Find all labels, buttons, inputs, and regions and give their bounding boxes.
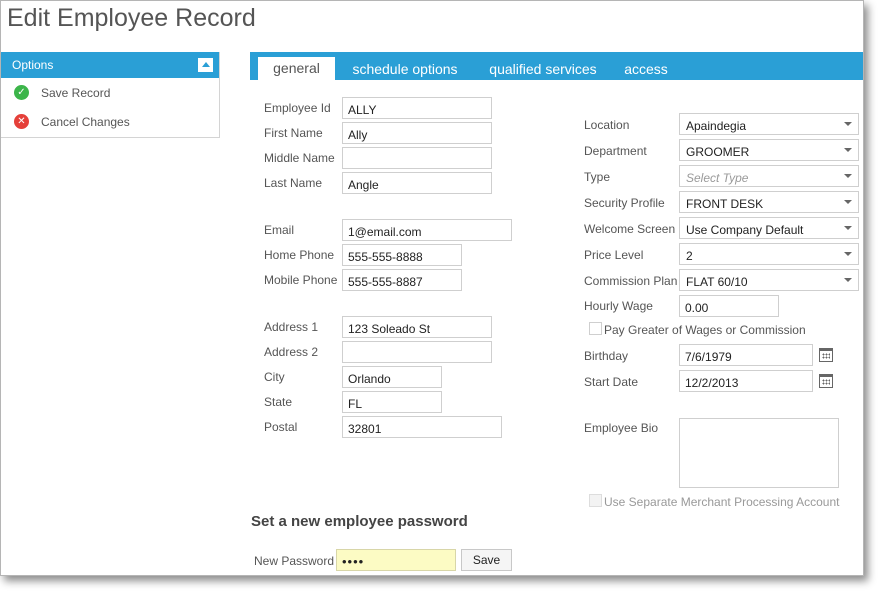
- pay-greater-label: Pay Greater of Wages or Commission: [604, 323, 806, 337]
- birthday-label: Birthday: [584, 349, 629, 363]
- chevron-down-icon: [839, 114, 858, 134]
- birthday-input[interactable]: 7/6/1979: [679, 344, 813, 366]
- cancel-changes-button[interactable]: ✕ Cancel Changes: [1, 107, 219, 136]
- employee-id-input[interactable]: ALLY: [342, 97, 492, 119]
- mobile-phone-input[interactable]: 555-555-8887: [342, 269, 462, 291]
- new-password-label: New Password: [254, 554, 335, 568]
- hourly-wage-input[interactable]: 0.00: [679, 295, 779, 317]
- welcome-screen-value: Use Company Default: [686, 223, 804, 237]
- pay-greater-checkbox[interactable]: [589, 322, 602, 335]
- address1-label: Address 1: [264, 320, 319, 334]
- employee-bio-label: Employee Bio: [584, 421, 659, 435]
- city-label: City: [264, 370, 285, 384]
- department-value: GROOMER: [686, 145, 750, 159]
- address2-label: Address 2: [264, 345, 319, 359]
- calendar-icon[interactable]: [819, 348, 833, 362]
- options-sidebar: Options ✓ Save Record ✕ Cancel Changes: [1, 52, 220, 138]
- employee-bio-textarea[interactable]: [679, 418, 839, 488]
- chevron-down-icon: [839, 244, 858, 264]
- save-password-button[interactable]: Save: [461, 549, 512, 571]
- address2-input[interactable]: [342, 341, 492, 363]
- home-phone-label: Home Phone: [264, 248, 335, 262]
- last-name-label: Last Name: [264, 176, 323, 190]
- password-section-title: Set a new employee password: [251, 513, 468, 530]
- address1-input[interactable]: 123 Soleado St: [342, 316, 492, 338]
- chevron-down-icon: [839, 218, 858, 238]
- separate-merchant-checkbox[interactable]: [589, 494, 602, 507]
- type-label: Type: [584, 170, 611, 184]
- sidebar-header-label: Options: [12, 58, 54, 72]
- price-level-value: 2: [686, 249, 693, 263]
- department-label: Department: [584, 144, 647, 158]
- start-date-label: Start Date: [584, 375, 639, 389]
- department-select[interactable]: GROOMER: [679, 139, 859, 161]
- collapse-up-icon[interactable]: [198, 58, 213, 72]
- mobile-phone-label: Mobile Phone: [264, 273, 338, 287]
- commission-plan-label: Commission Plan: [584, 274, 678, 288]
- security-profile-value: FRONT DESK: [686, 197, 764, 211]
- check-circle-icon: ✓: [14, 85, 29, 100]
- separate-merchant-label: Use Separate Merchant Processing Account: [604, 495, 840, 509]
- location-select[interactable]: Apaindegia: [679, 113, 859, 135]
- postal-input[interactable]: 32801: [342, 416, 502, 438]
- welcome-screen-label: Welcome Screen: [584, 222, 676, 236]
- location-value: Apaindegia: [686, 119, 747, 133]
- chevron-down-icon: [839, 270, 858, 290]
- employee-id-label: Employee Id: [264, 101, 331, 115]
- calendar-icon[interactable]: [819, 374, 833, 388]
- middle-name-label: Middle Name: [264, 151, 335, 165]
- first-name-input[interactable]: Ally: [342, 122, 492, 144]
- page-title: Edit Employee Record: [7, 4, 256, 32]
- email-label: Email: [264, 223, 295, 237]
- tab-general[interactable]: general: [258, 57, 335, 80]
- home-phone-input[interactable]: 555-555-8888: [342, 244, 462, 266]
- price-level-select[interactable]: 2: [679, 243, 859, 265]
- commission-plan-value: FLAT 60/10: [686, 275, 748, 289]
- chevron-down-icon: [839, 140, 858, 160]
- tab-access[interactable]: access: [622, 58, 670, 80]
- state-input[interactable]: FL: [342, 391, 442, 413]
- email-input[interactable]: 1@email.com: [342, 219, 512, 241]
- chevron-down-icon: [839, 166, 858, 186]
- middle-name-input[interactable]: [342, 147, 492, 169]
- chevron-down-icon: [839, 192, 858, 212]
- last-name-input[interactable]: Angle: [342, 172, 492, 194]
- new-password-input[interactable]: ••••: [336, 549, 456, 571]
- save-record-button[interactable]: ✓ Save Record: [1, 78, 219, 107]
- location-label: Location: [584, 118, 630, 132]
- x-circle-icon: ✕: [14, 114, 29, 129]
- tab-bar: general schedule options qualified servi…: [250, 52, 863, 80]
- tab-qualified-services[interactable]: qualified services: [480, 58, 606, 80]
- security-profile-label: Security Profile: [584, 196, 665, 210]
- postal-label: Postal: [264, 420, 298, 434]
- price-level-label: Price Level: [584, 248, 644, 262]
- sidebar-header: Options: [1, 52, 219, 78]
- start-date-input[interactable]: 12/2/2013: [679, 370, 813, 392]
- edit-employee-window: Edit Employee Record Options ✓ Save Reco…: [0, 0, 864, 576]
- first-name-label: First Name: [264, 126, 323, 140]
- hourly-wage-label: Hourly Wage: [584, 299, 653, 313]
- city-input[interactable]: Orlando: [342, 366, 442, 388]
- security-profile-select[interactable]: FRONT DESK: [679, 191, 859, 213]
- type-select[interactable]: Select Type: [679, 165, 859, 187]
- type-placeholder: Select Type: [686, 171, 749, 185]
- cancel-changes-label: Cancel Changes: [41, 114, 130, 129]
- commission-plan-select[interactable]: FLAT 60/10: [679, 269, 859, 291]
- welcome-screen-select[interactable]: Use Company Default: [679, 217, 859, 239]
- state-label: State: [264, 395, 293, 409]
- tab-schedule-options[interactable]: schedule options: [344, 58, 466, 80]
- save-record-label: Save Record: [41, 85, 111, 100]
